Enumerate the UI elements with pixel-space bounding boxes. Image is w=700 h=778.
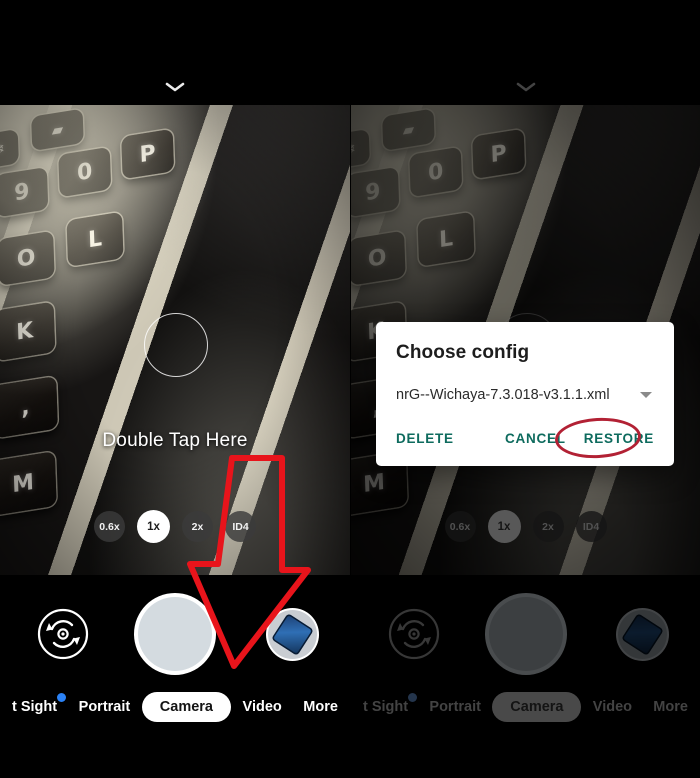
gallery-photo-preview xyxy=(271,612,314,656)
keycap: K xyxy=(0,301,56,362)
camera-controls xyxy=(0,575,350,693)
keycap: L xyxy=(66,211,124,267)
keycap: 9 xyxy=(351,166,400,218)
keycap: L xyxy=(417,211,475,267)
mode-night-sight: t Sight xyxy=(353,692,418,722)
keycap: O xyxy=(351,230,406,286)
mode-label: t Sight xyxy=(363,699,409,715)
cancel-button[interactable]: CANCEL xyxy=(505,431,566,446)
zoom-chip-3: ID4 xyxy=(575,511,607,542)
mode-portrait: Portrait xyxy=(429,699,481,715)
dialog-title: Choose config xyxy=(396,342,530,363)
panel-after: ❄ ▰ 8 9 0 P I O L U K J , H M B 0.6x xyxy=(350,0,700,778)
restore-button[interactable]: RESTORE xyxy=(584,431,654,446)
keycap: P xyxy=(121,128,175,180)
keycap: ▰ xyxy=(382,108,435,151)
mode-video[interactable]: Video xyxy=(233,692,292,722)
chevron-down-icon xyxy=(516,82,535,92)
caret-down-icon[interactable] xyxy=(640,392,652,398)
comparison-stage: ❄ ▰ 8 9 0 P I O L U K J , H M B Double T… xyxy=(0,0,700,778)
keycap: P xyxy=(472,128,526,180)
footer-spacer xyxy=(351,726,700,778)
keycap: 0 xyxy=(409,146,463,198)
keycap: O xyxy=(0,230,55,286)
zoom-chip-2[interactable]: 2x xyxy=(182,511,213,542)
zoom-chip-0: 0.6x xyxy=(444,511,476,542)
shutter-button[interactable] xyxy=(138,597,212,671)
config-selected-value: nrG--Wichaya-7.3.018-v3.1.1.xml xyxy=(396,387,610,403)
focus-ring xyxy=(144,313,208,377)
camera-topbar xyxy=(0,0,350,105)
choose-config-dialog: Choose config nrG--Wichaya-7.3.018-v3.1.… xyxy=(376,322,674,466)
camera-flip-button[interactable] xyxy=(36,607,90,661)
mode-more: More xyxy=(653,699,688,715)
keycap: 0 xyxy=(58,146,112,198)
zoom-level-selector[interactable]: 0.6x 1x 2x ID4 xyxy=(0,510,350,543)
zoom-chip-3[interactable]: ID4 xyxy=(225,511,256,542)
gallery-photo-preview xyxy=(621,612,664,656)
mode-more[interactable]: More xyxy=(293,692,348,722)
keycap: 9 xyxy=(0,166,49,218)
gallery-thumbnail-button[interactable] xyxy=(268,609,317,659)
footer-spacer xyxy=(0,726,350,778)
dialog-actions: DELETE CANCEL RESTORE xyxy=(396,415,654,461)
mode-badge-dot xyxy=(408,693,418,702)
panel-before: ❄ ▰ 8 9 0 P I O L U K J , H M B Double T… xyxy=(0,0,350,778)
zoom-chip-1: 1x xyxy=(487,510,521,543)
mode-label: t Sight xyxy=(12,699,58,715)
camera-controls xyxy=(351,575,700,693)
shutter-button xyxy=(488,597,563,671)
chevron-down-icon[interactable] xyxy=(165,81,185,93)
mode-portrait[interactable]: Portrait xyxy=(69,692,141,722)
mode-night-sight[interactable]: t Sight xyxy=(2,692,67,722)
mode-selector: t Sight Portrait Camera Video More xyxy=(351,688,700,726)
keycap: ❄ xyxy=(0,129,19,170)
camera-flip-icon xyxy=(388,608,440,660)
camera-topbar xyxy=(351,0,700,105)
camera-flip-icon xyxy=(37,608,89,660)
keycap: M xyxy=(0,451,57,516)
mode-selector: t Sight Portrait Camera Video More xyxy=(0,688,350,726)
mode-camera: Camera xyxy=(492,692,582,722)
delete-button[interactable]: DELETE xyxy=(396,431,454,446)
camera-flip-button xyxy=(387,607,441,661)
double-tap-hint: Double Tap Here xyxy=(102,430,248,451)
keycap: ❄ xyxy=(351,128,371,170)
config-dropdown[interactable]: nrG--Wichaya-7.3.018-v3.1.1.xml xyxy=(396,387,654,403)
zoom-level-selector: 0.6x 1x 2x ID4 xyxy=(351,510,700,543)
mode-video: Video xyxy=(592,699,632,715)
zoom-chip-1[interactable]: 1x xyxy=(137,510,170,543)
mode-camera[interactable]: Camera xyxy=(141,692,231,722)
gallery-thumbnail-button xyxy=(618,609,667,659)
mode-badge-dot xyxy=(57,693,67,702)
camera-viewfinder[interactable]: ❄ ▰ 8 9 0 P I O L U K J , H M B Double T… xyxy=(0,105,350,575)
keycap: ▰ xyxy=(31,108,84,151)
zoom-chip-0[interactable]: 0.6x xyxy=(94,511,125,542)
dialog-primary-actions: CANCEL RESTORE xyxy=(505,415,654,461)
zoom-chip-2: 2x xyxy=(532,511,564,542)
